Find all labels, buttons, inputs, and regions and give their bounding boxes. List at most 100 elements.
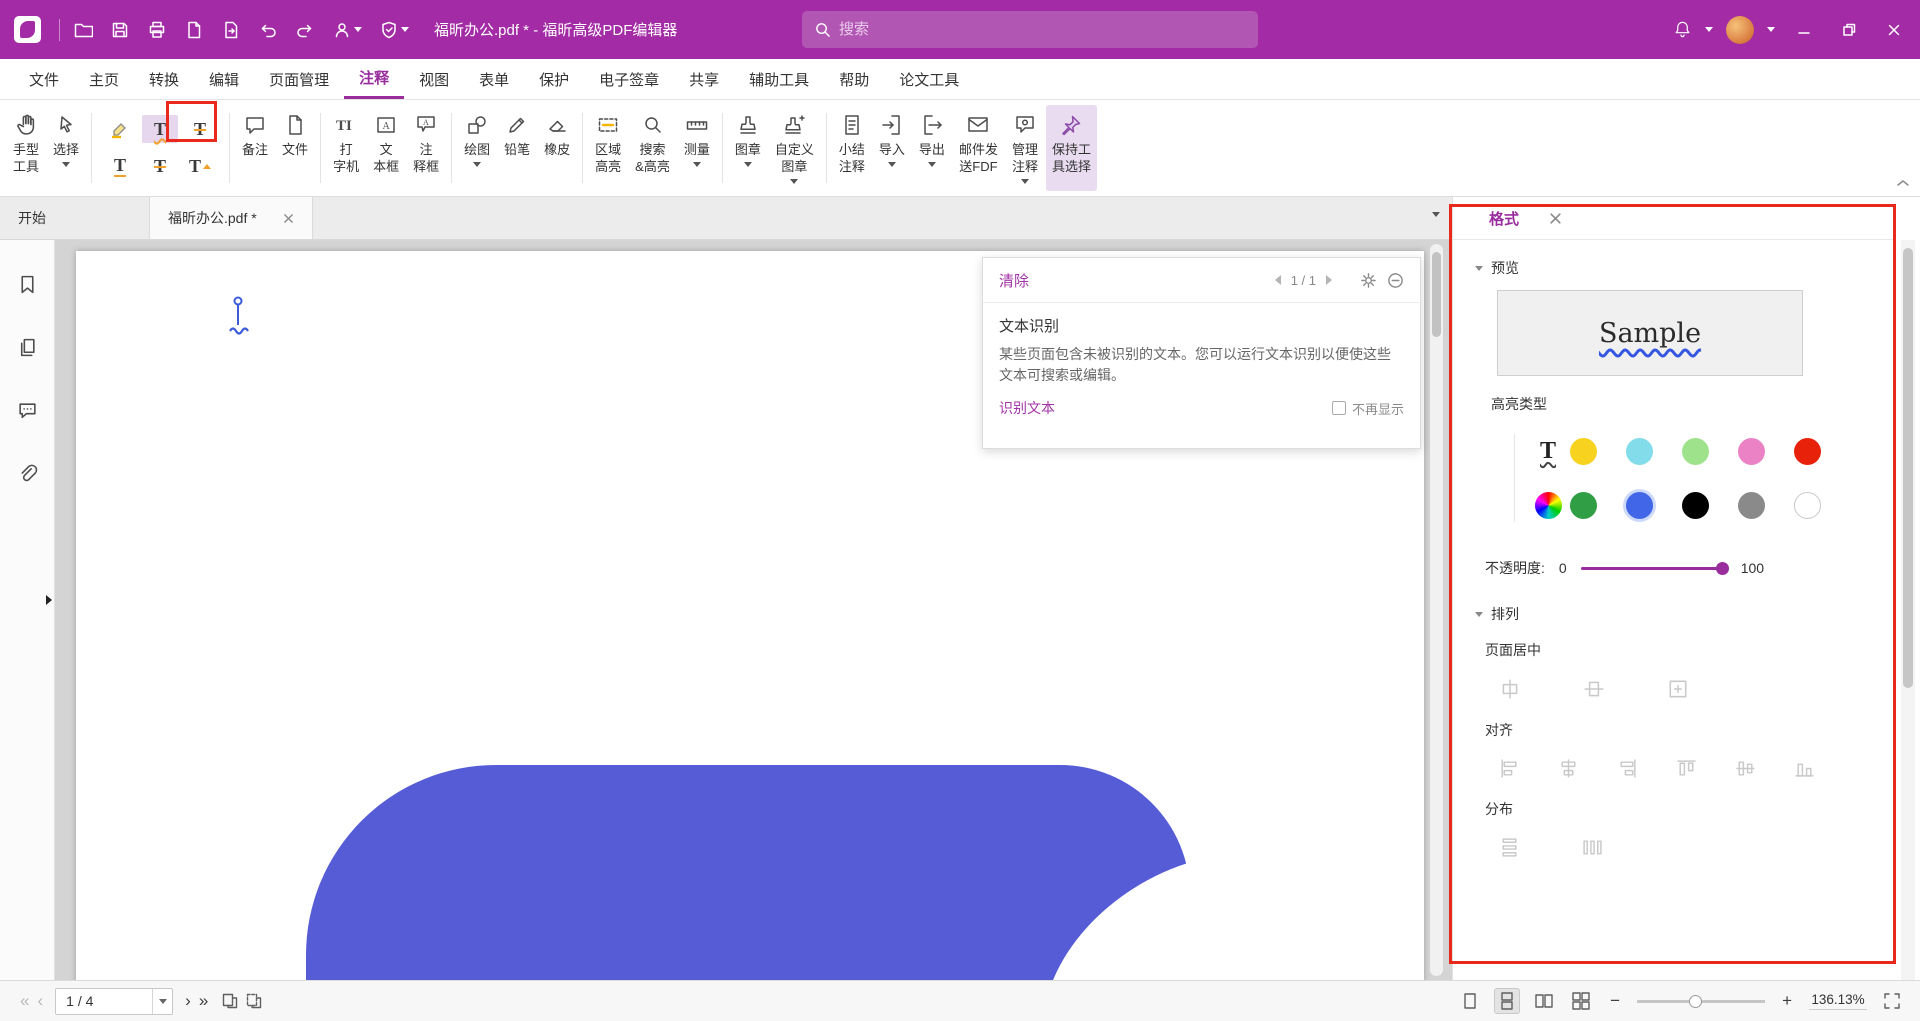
redo-button[interactable] [290, 15, 320, 45]
facing-continuous-view-button[interactable] [1569, 989, 1593, 1013]
ribbon-pencil[interactable]: 铅笔 [498, 105, 536, 191]
ribbon-hand-tool[interactable]: 手型 工具 [7, 105, 45, 191]
save-button[interactable] [105, 15, 135, 45]
menu-tab-view[interactable]: 视图 [404, 59, 464, 99]
prev-page-button[interactable]: ‹ [33, 991, 47, 1011]
undo-button[interactable] [253, 15, 283, 45]
align-top-button[interactable] [1672, 754, 1701, 783]
fullscreen-button[interactable] [1880, 989, 1904, 1013]
menu-tab-share[interactable]: 共享 [674, 59, 734, 99]
panel-close-icon[interactable] [1549, 212, 1562, 225]
color-red[interactable] [1794, 438, 1821, 465]
arrange-section-header[interactable]: 排列 [1453, 604, 1893, 624]
single-page-view-button[interactable] [1458, 989, 1482, 1013]
gear-icon[interactable] [1360, 272, 1377, 289]
color-cyan[interactable] [1626, 438, 1653, 465]
panel-scrollbar[interactable] [1901, 240, 1915, 980]
menu-tab-esign[interactable]: 电子签章 [584, 59, 674, 99]
align-right-button[interactable] [1613, 754, 1642, 783]
page-caret-icon[interactable] [152, 989, 172, 1014]
menu-tab-form[interactable]: 表单 [464, 59, 524, 99]
distribute-horizontal-button[interactable] [1578, 833, 1607, 862]
export-doc-arrow-button[interactable] [216, 15, 246, 45]
highlight-tool[interactable] [102, 115, 138, 143]
ribbon-import[interactable]: 导入 [873, 105, 911, 191]
menu-tab-comment[interactable]: 注释 [344, 59, 404, 99]
close-button[interactable] [1878, 16, 1910, 44]
dont-show-checkbox[interactable] [1332, 401, 1346, 415]
replace-text-tool[interactable]: T [142, 152, 178, 180]
next-arrow-icon[interactable] [1326, 275, 1332, 285]
minimize-button[interactable] [1788, 16, 1820, 44]
align-left-button[interactable] [1495, 754, 1524, 783]
menu-tab-convert[interactable]: 转换 [134, 59, 194, 99]
ribbon-select-tool[interactable]: 选择 [47, 105, 85, 191]
next-page-button[interactable]: › [181, 991, 195, 1011]
opacity-slider-thumb[interactable] [1716, 562, 1729, 575]
insert-text-tool[interactable]: T [182, 152, 218, 180]
align-middle-button[interactable] [1731, 754, 1760, 783]
menu-tab-file[interactable]: 文件 [14, 59, 74, 99]
scrollbar-thumb[interactable] [1903, 248, 1913, 688]
opacity-slider[interactable] [1581, 562, 1727, 575]
ribbon-callout[interactable]: A 注 释框 [407, 105, 445, 191]
underline-tool[interactable]: T [102, 152, 138, 180]
preview-section-header[interactable]: 预览 [1453, 258, 1893, 278]
facing-view-button[interactable] [1532, 989, 1556, 1013]
distribute-vertical-button[interactable] [1495, 833, 1524, 862]
align-bottom-button[interactable] [1790, 754, 1819, 783]
avatar[interactable] [1726, 16, 1754, 44]
ribbon-keep-tool-selected[interactable]: 保持工 具选择 [1046, 105, 1097, 191]
tab-close-icon[interactable] [283, 213, 294, 224]
bookmarks-panel-button[interactable] [13, 270, 42, 299]
first-page-button[interactable]: « [16, 991, 33, 1011]
menu-tab-home[interactable]: 主页 [74, 59, 134, 99]
attachments-panel-button[interactable] [13, 459, 42, 488]
ribbon-search-highlight[interactable]: 搜索 &高亮 [629, 105, 676, 191]
recognize-text-link[interactable]: 识别文本 [999, 398, 1055, 418]
tab-active-document[interactable]: 福昕办公.pdf * [150, 197, 313, 239]
ribbon-textbox[interactable]: A 文 本框 [367, 105, 405, 191]
center-both-button[interactable] [1663, 674, 1693, 704]
maximize-button[interactable] [1833, 16, 1865, 44]
color-lightgreen[interactable] [1682, 438, 1709, 465]
menu-tab-page-manage[interactable]: 页面管理 [254, 59, 344, 99]
color-gray[interactable] [1738, 492, 1765, 519]
ribbon-note[interactable]: 备注 [236, 105, 274, 191]
ribbon-custom-stamp[interactable]: 自定义 图章 [769, 105, 820, 191]
page-number-box[interactable]: 1 / 4 [55, 988, 173, 1015]
zoom-slider[interactable] [1637, 995, 1765, 1008]
bell-button[interactable] [1673, 20, 1692, 39]
zoom-slider-thumb[interactable] [1689, 995, 1702, 1008]
comments-panel-button[interactable] [13, 396, 42, 425]
search-box[interactable] [802, 11, 1258, 48]
document-scrollbar[interactable] [1430, 244, 1443, 976]
ribbon-manage-comments[interactable]: 管理 注释 [1006, 105, 1044, 191]
continuous-view-button[interactable] [1495, 989, 1519, 1013]
highlight-type-section-header[interactable]: 高亮类型 [1453, 394, 1893, 414]
account-button[interactable] [327, 15, 367, 45]
ribbon-eraser[interactable]: 橡皮 [538, 105, 576, 191]
clear-button[interactable]: 清除 [999, 270, 1029, 291]
color-blue-selected[interactable] [1626, 492, 1653, 519]
menu-tab-accessibility[interactable]: 辅助工具 [734, 59, 824, 99]
squiggly-type-icon[interactable]: T [1540, 438, 1556, 465]
sidebar-expand-handle[interactable] [46, 595, 52, 605]
ribbon-email-fdf[interactable]: 邮件发 送FDF [953, 105, 1004, 191]
menu-tab-protect[interactable]: 保护 [524, 59, 584, 99]
color-green[interactable] [1570, 492, 1597, 519]
open-folder-button[interactable] [68, 15, 98, 45]
protect-verify-button[interactable] [374, 15, 414, 45]
bell-caret-icon[interactable] [1705, 27, 1713, 32]
zoom-in-button[interactable]: + [1778, 991, 1796, 1011]
color-pink[interactable] [1738, 438, 1765, 465]
last-page-button[interactable]: » [195, 991, 212, 1011]
color-white[interactable] [1794, 492, 1821, 519]
center-vertical-button[interactable] [1579, 674, 1609, 704]
export-doc-button[interactable] [179, 15, 209, 45]
ribbon-area-highlight[interactable]: 区域 高亮 [589, 105, 627, 191]
pages-panel-button[interactable] [13, 333, 42, 362]
ribbon-summarize-comments[interactable]: 小结 注释 [833, 105, 871, 191]
print-button[interactable] [142, 15, 172, 45]
menu-tab-help[interactable]: 帮助 [824, 59, 884, 99]
